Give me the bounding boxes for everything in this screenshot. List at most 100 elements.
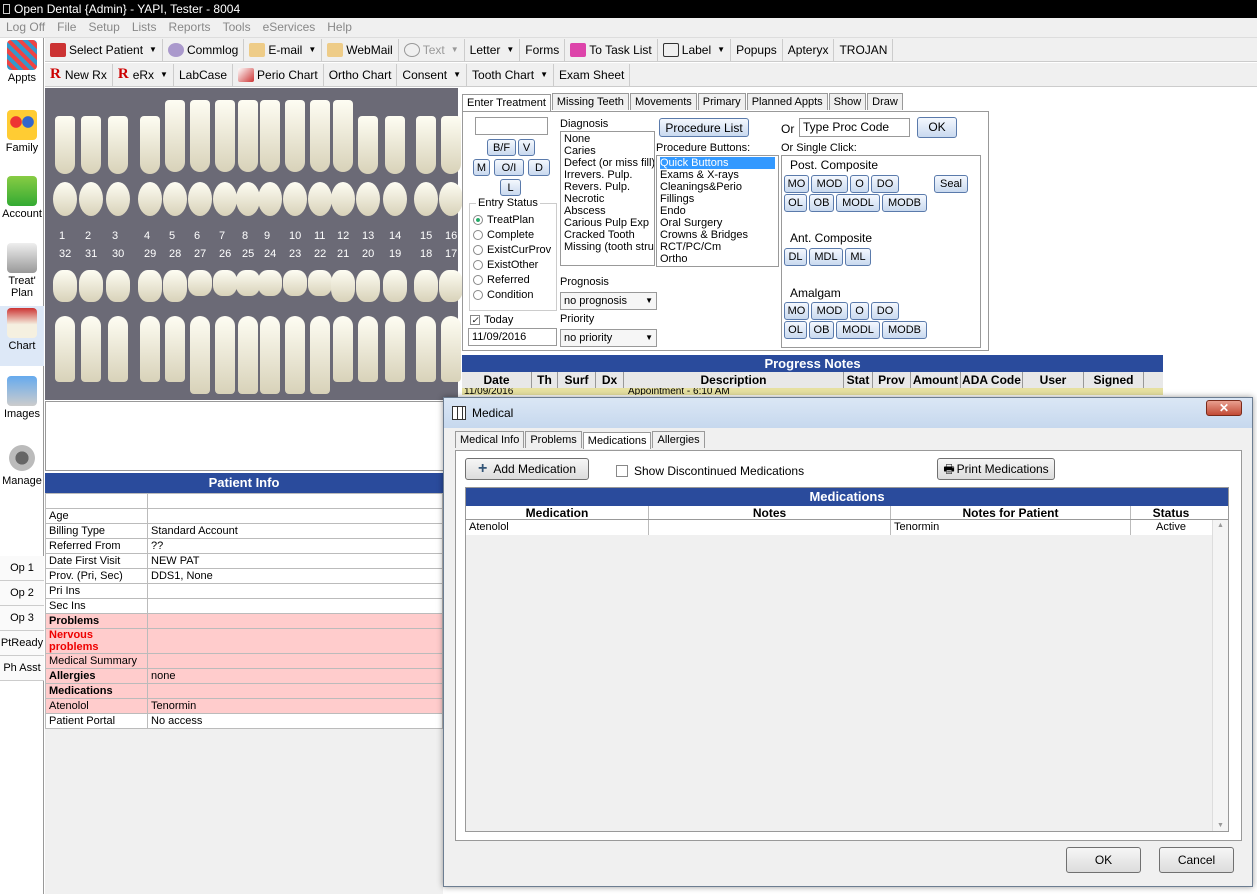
- upper-tooth[interactable]: [416, 116, 436, 174]
- consent-button[interactable]: Consent ▼: [397, 63, 468, 86]
- lower-tooth[interactable]: [55, 316, 75, 382]
- tab-problems[interactable]: Problems: [525, 431, 582, 448]
- upper-tooth[interactable]: [238, 100, 258, 172]
- tab-missing-teeth[interactable]: Missing Teeth: [551, 93, 629, 110]
- menu-lists[interactable]: Lists: [126, 18, 163, 36]
- lower-tooth-occlusal[interactable]: [236, 270, 260, 296]
- lower-tooth-occlusal[interactable]: [188, 270, 212, 296]
- upper-tooth-occlusal[interactable]: [163, 182, 187, 216]
- menu-file[interactable]: File: [51, 18, 82, 36]
- status-complete-radio[interactable]: Complete: [473, 227, 551, 242]
- cancel-button[interactable]: Cancel: [1159, 847, 1234, 873]
- upper-tooth[interactable]: [310, 100, 330, 172]
- surface-oi-button[interactable]: O/I: [494, 159, 524, 176]
- col-description[interactable]: Description: [624, 372, 844, 388]
- pc-mo-button[interactable]: MO: [784, 175, 809, 193]
- col-dx[interactable]: Dx: [596, 372, 624, 388]
- table-row[interactable]: Nervous problems: [45, 628, 443, 654]
- surface-l-button[interactable]: L: [500, 179, 521, 196]
- table-row[interactable]: Atenolol Tenormin Active: [466, 520, 1228, 535]
- op-ptready[interactable]: PtReady: [0, 631, 44, 656]
- nav-appts[interactable]: Appts: [0, 40, 44, 84]
- table-row[interactable]: [45, 493, 443, 509]
- tooth-chart-button[interactable]: Tooth Chart ▼: [467, 63, 555, 86]
- surface-bf-button[interactable]: B/F: [487, 139, 516, 156]
- upper-tooth-occlusal[interactable]: [414, 182, 438, 216]
- chevron-down-icon[interactable]: ▼: [308, 45, 316, 54]
- am-ob-button[interactable]: OB: [809, 321, 834, 339]
- surface-v-button[interactable]: V: [518, 139, 535, 156]
- col-stat[interactable]: Stat: [844, 372, 873, 388]
- status-referred-radio[interactable]: Referred: [473, 272, 551, 287]
- upper-tooth[interactable]: [55, 116, 75, 174]
- diagnosis-item[interactable]: Abscess: [564, 205, 651, 217]
- upper-tooth-occlusal[interactable]: [213, 182, 237, 216]
- table-row[interactable]: Date First Visit NEW PAT: [45, 553, 443, 569]
- prognosis-select[interactable]: no prognosis: [560, 292, 657, 310]
- procedure-category-item[interactable]: Endo: [660, 205, 775, 217]
- tab-show[interactable]: Show: [828, 93, 867, 110]
- upper-tooth-occlusal[interactable]: [53, 182, 77, 216]
- chevron-down-icon[interactable]: ▼: [540, 70, 548, 79]
- procedure-category-item[interactable]: Fillings: [660, 193, 775, 205]
- op-3[interactable]: Op 3: [0, 606, 44, 631]
- table-row[interactable]: Billing Type Standard Account: [45, 523, 443, 539]
- op-2[interactable]: Op 2: [0, 581, 44, 606]
- surface-m-button[interactable]: M: [473, 159, 490, 176]
- upper-tooth[interactable]: [165, 100, 185, 172]
- procedure-buttons-list[interactable]: Quick Buttons Exams & X-rays Cleanings&Per…: [656, 155, 779, 267]
- diagnosis-item[interactable]: Irrevers. Pulp.: [564, 169, 651, 181]
- task-list-button[interactable]: To Task List: [565, 38, 658, 61]
- date-input[interactable]: 11/09/2016: [468, 328, 557, 346]
- diagnosis-item[interactable]: Missing (tooth struc: [564, 241, 654, 253]
- letter-button[interactable]: Letter ▼: [465, 38, 521, 61]
- op-ph-asst[interactable]: Ph Asst: [0, 656, 44, 681]
- upper-tooth[interactable]: [190, 100, 210, 172]
- add-medication-button[interactable]: + Add Medication: [465, 458, 589, 480]
- ac-dl-button[interactable]: DL: [784, 248, 807, 266]
- menu-tools[interactable]: Tools: [217, 18, 257, 36]
- table-row[interactable]: Medical Summary: [45, 653, 443, 669]
- procedure-category-item[interactable]: Cleanings&Perio: [660, 181, 775, 193]
- proc-code-ok-button[interactable]: OK: [917, 117, 957, 138]
- pc-mod-button[interactable]: MOD: [811, 175, 848, 193]
- col-medication[interactable]: Medication: [466, 506, 649, 520]
- lower-tooth[interactable]: [165, 316, 185, 382]
- am-mo-button[interactable]: MO: [784, 302, 809, 320]
- lower-tooth[interactable]: [441, 316, 461, 382]
- pc-modl-button[interactable]: MODL: [836, 194, 880, 212]
- upper-tooth[interactable]: [108, 116, 128, 174]
- table-row[interactable]: 11/09/2016 Appointment - 6:10 AM: [462, 388, 1163, 395]
- table-row[interactable]: Medications: [45, 683, 443, 699]
- nav-images[interactable]: Images: [0, 376, 44, 420]
- upper-tooth[interactable]: [140, 116, 160, 174]
- apteryx-button[interactable]: Apteryx: [783, 38, 835, 61]
- upper-tooth[interactable]: [215, 100, 235, 172]
- tab-draw[interactable]: Draw: [867, 93, 903, 110]
- tooth-number-input[interactable]: [475, 117, 548, 135]
- lower-tooth[interactable]: [416, 316, 436, 382]
- col-prov[interactable]: Prov: [873, 372, 911, 388]
- lower-tooth[interactable]: [190, 316, 210, 394]
- upper-tooth-occlusal[interactable]: [188, 182, 212, 216]
- print-medications-button[interactable]: 🖶 Print Medications: [937, 458, 1055, 480]
- scroll-down-icon[interactable]: ▼: [1217, 822, 1224, 829]
- webmail-button[interactable]: WebMail: [322, 38, 399, 61]
- procedure-category-item[interactable]: Ortho: [660, 253, 775, 265]
- lower-tooth-occlusal[interactable]: [53, 270, 77, 302]
- lower-tooth[interactable]: [333, 316, 353, 382]
- today-checkbox[interactable]: ✓ Today: [470, 312, 513, 327]
- new-rx-button[interactable]: R New Rx: [45, 63, 113, 86]
- upper-tooth[interactable]: [441, 116, 461, 174]
- forms-button[interactable]: Forms: [520, 38, 566, 61]
- ortho-chart-button[interactable]: Ortho Chart: [324, 63, 398, 86]
- lower-tooth[interactable]: [385, 316, 405, 382]
- exam-sheet-button[interactable]: Exam Sheet: [554, 63, 631, 86]
- status-treatplan-radio[interactable]: TreatPlan: [473, 212, 551, 227]
- op-1[interactable]: Op 1: [0, 556, 44, 581]
- am-o-button[interactable]: O: [850, 302, 869, 320]
- chevron-down-icon[interactable]: ▼: [717, 45, 725, 54]
- col-notes-for-patient[interactable]: Notes for Patient: [891, 506, 1131, 520]
- lower-tooth-occlusal[interactable]: [331, 270, 355, 302]
- seal-button[interactable]: Seal: [934, 175, 968, 193]
